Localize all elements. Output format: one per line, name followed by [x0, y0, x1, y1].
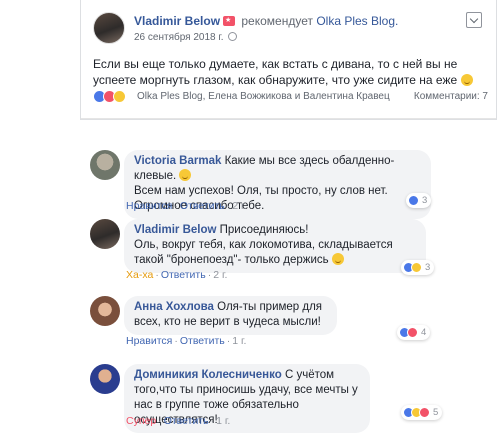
comment-reaction-count[interactable]: 4: [397, 325, 431, 340]
comment-bubble: Vladimir Below Присоединяюсь! Оль, вокру…: [124, 219, 426, 273]
comment-author-link[interactable]: Victoria Barmak: [134, 155, 221, 167]
comment-actions: Ха-ха · Ответить · 2 г.: [126, 269, 228, 281]
comment-reaction-count[interactable]: 3: [401, 260, 435, 275]
comment-actions: Нравится · Ответить · 2 г.: [126, 200, 247, 212]
post-page-link[interactable]: Olka Ples Blog.: [316, 14, 398, 28]
comment-actions: Нравится · Ответить · 1 г.: [126, 335, 247, 347]
post-author-link[interactable]: Vladimir Below: [134, 14, 220, 28]
haha-icon: [411, 262, 422, 273]
comment-text: Присоединяюсь!: [219, 224, 309, 236]
comment-avatar[interactable]: [90, 219, 120, 249]
comment-avatar[interactable]: [90, 150, 120, 180]
love-icon: [419, 407, 430, 418]
post-header: Vladimir Below рекомендует Olka Ples Blo…: [134, 14, 398, 28]
comment-text-continued: Оль, вокруг тебя, как локомотива, склады…: [134, 239, 393, 266]
post-comments-count[interactable]: Комментарии: 7: [414, 91, 488, 102]
comment-actions: Супер · Ответить · 1 г.: [126, 415, 231, 427]
comment-bubble: Анна Хохлова Оля-ты пример для всех, кто…: [124, 296, 337, 335]
post-reactions[interactable]: [93, 90, 126, 103]
post-author-avatar[interactable]: [93, 12, 125, 44]
comment-1: Victoria Barmak Какие мы все здесь обалд…: [90, 150, 490, 219]
comment-reaction-count[interactable]: 3: [406, 193, 432, 208]
reply-link[interactable]: Ответить: [180, 335, 225, 347]
post-likers-link[interactable]: Olka Ples Blog, Елена Вожжикова и Валент…: [137, 91, 390, 102]
smile-emoji-icon: [331, 253, 344, 265]
post-timestamp[interactable]: 26 сентября 2018 г.: [134, 32, 238, 43]
smile-emoji-icon: [179, 169, 192, 181]
comment-time[interactable]: 1 г.: [232, 335, 246, 347]
post-verb: рекомендует: [241, 14, 313, 28]
reply-link[interactable]: Ответить: [161, 269, 206, 281]
comment-2: Vladimir Below Присоединяюсь! Оль, вокру…: [90, 219, 490, 284]
comment-4: Доминикия Колесниченко С учётом того,что…: [90, 364, 490, 433]
comment-author-link[interactable]: Анна Хохлова: [134, 301, 214, 313]
haha-reaction-link[interactable]: Ха-ха: [126, 269, 153, 281]
like-link[interactable]: Нравится: [126, 200, 172, 212]
comment-3: Анна Хохлова Оля-ты пример для всех, кто…: [90, 296, 490, 347]
reaction-count: 4: [421, 327, 427, 338]
comment-avatar[interactable]: [90, 364, 120, 394]
comment-time[interactable]: 2 г.: [232, 200, 246, 212]
post-body-text: Если вы еще только думаете, как встать с…: [93, 57, 458, 87]
reply-link[interactable]: Ответить: [164, 415, 209, 427]
globe-icon: [228, 32, 238, 41]
comment-time[interactable]: 1 г.: [216, 415, 230, 427]
comment-author-link[interactable]: Vladimir Below: [134, 224, 216, 236]
comment-time[interactable]: 2 г.: [213, 269, 227, 281]
post-options-chevron-icon[interactable]: [466, 12, 482, 28]
haha-icon: [113, 90, 126, 103]
reaction-count: 3: [422, 195, 428, 206]
recommend-star-icon: [223, 16, 236, 26]
comment-avatar[interactable]: [90, 296, 120, 326]
smile-emoji-icon: [460, 74, 473, 86]
divider: [81, 118, 496, 119]
like-icon: [408, 195, 419, 206]
comment-author-link[interactable]: Доминикия Колесниченко: [134, 369, 282, 381]
reply-link[interactable]: Ответить: [180, 200, 225, 212]
post-body: Если вы еще только думаете, как встать с…: [93, 56, 488, 88]
love-reaction-link[interactable]: Супер: [126, 415, 156, 427]
post-card: Vladimir Below рекомендует Olka Ples Blo…: [80, 0, 497, 120]
like-link[interactable]: Нравится: [126, 335, 172, 347]
comment-reaction-count[interactable]: 5: [401, 405, 443, 420]
love-icon: [407, 327, 418, 338]
post-footer: Olka Ples Blog, Елена Вожжикова и Валент…: [93, 90, 488, 104]
reaction-count: 3: [425, 262, 431, 273]
post-date-text[interactable]: 26 сентября 2018 г.: [134, 32, 224, 43]
reaction-count: 5: [433, 407, 439, 418]
